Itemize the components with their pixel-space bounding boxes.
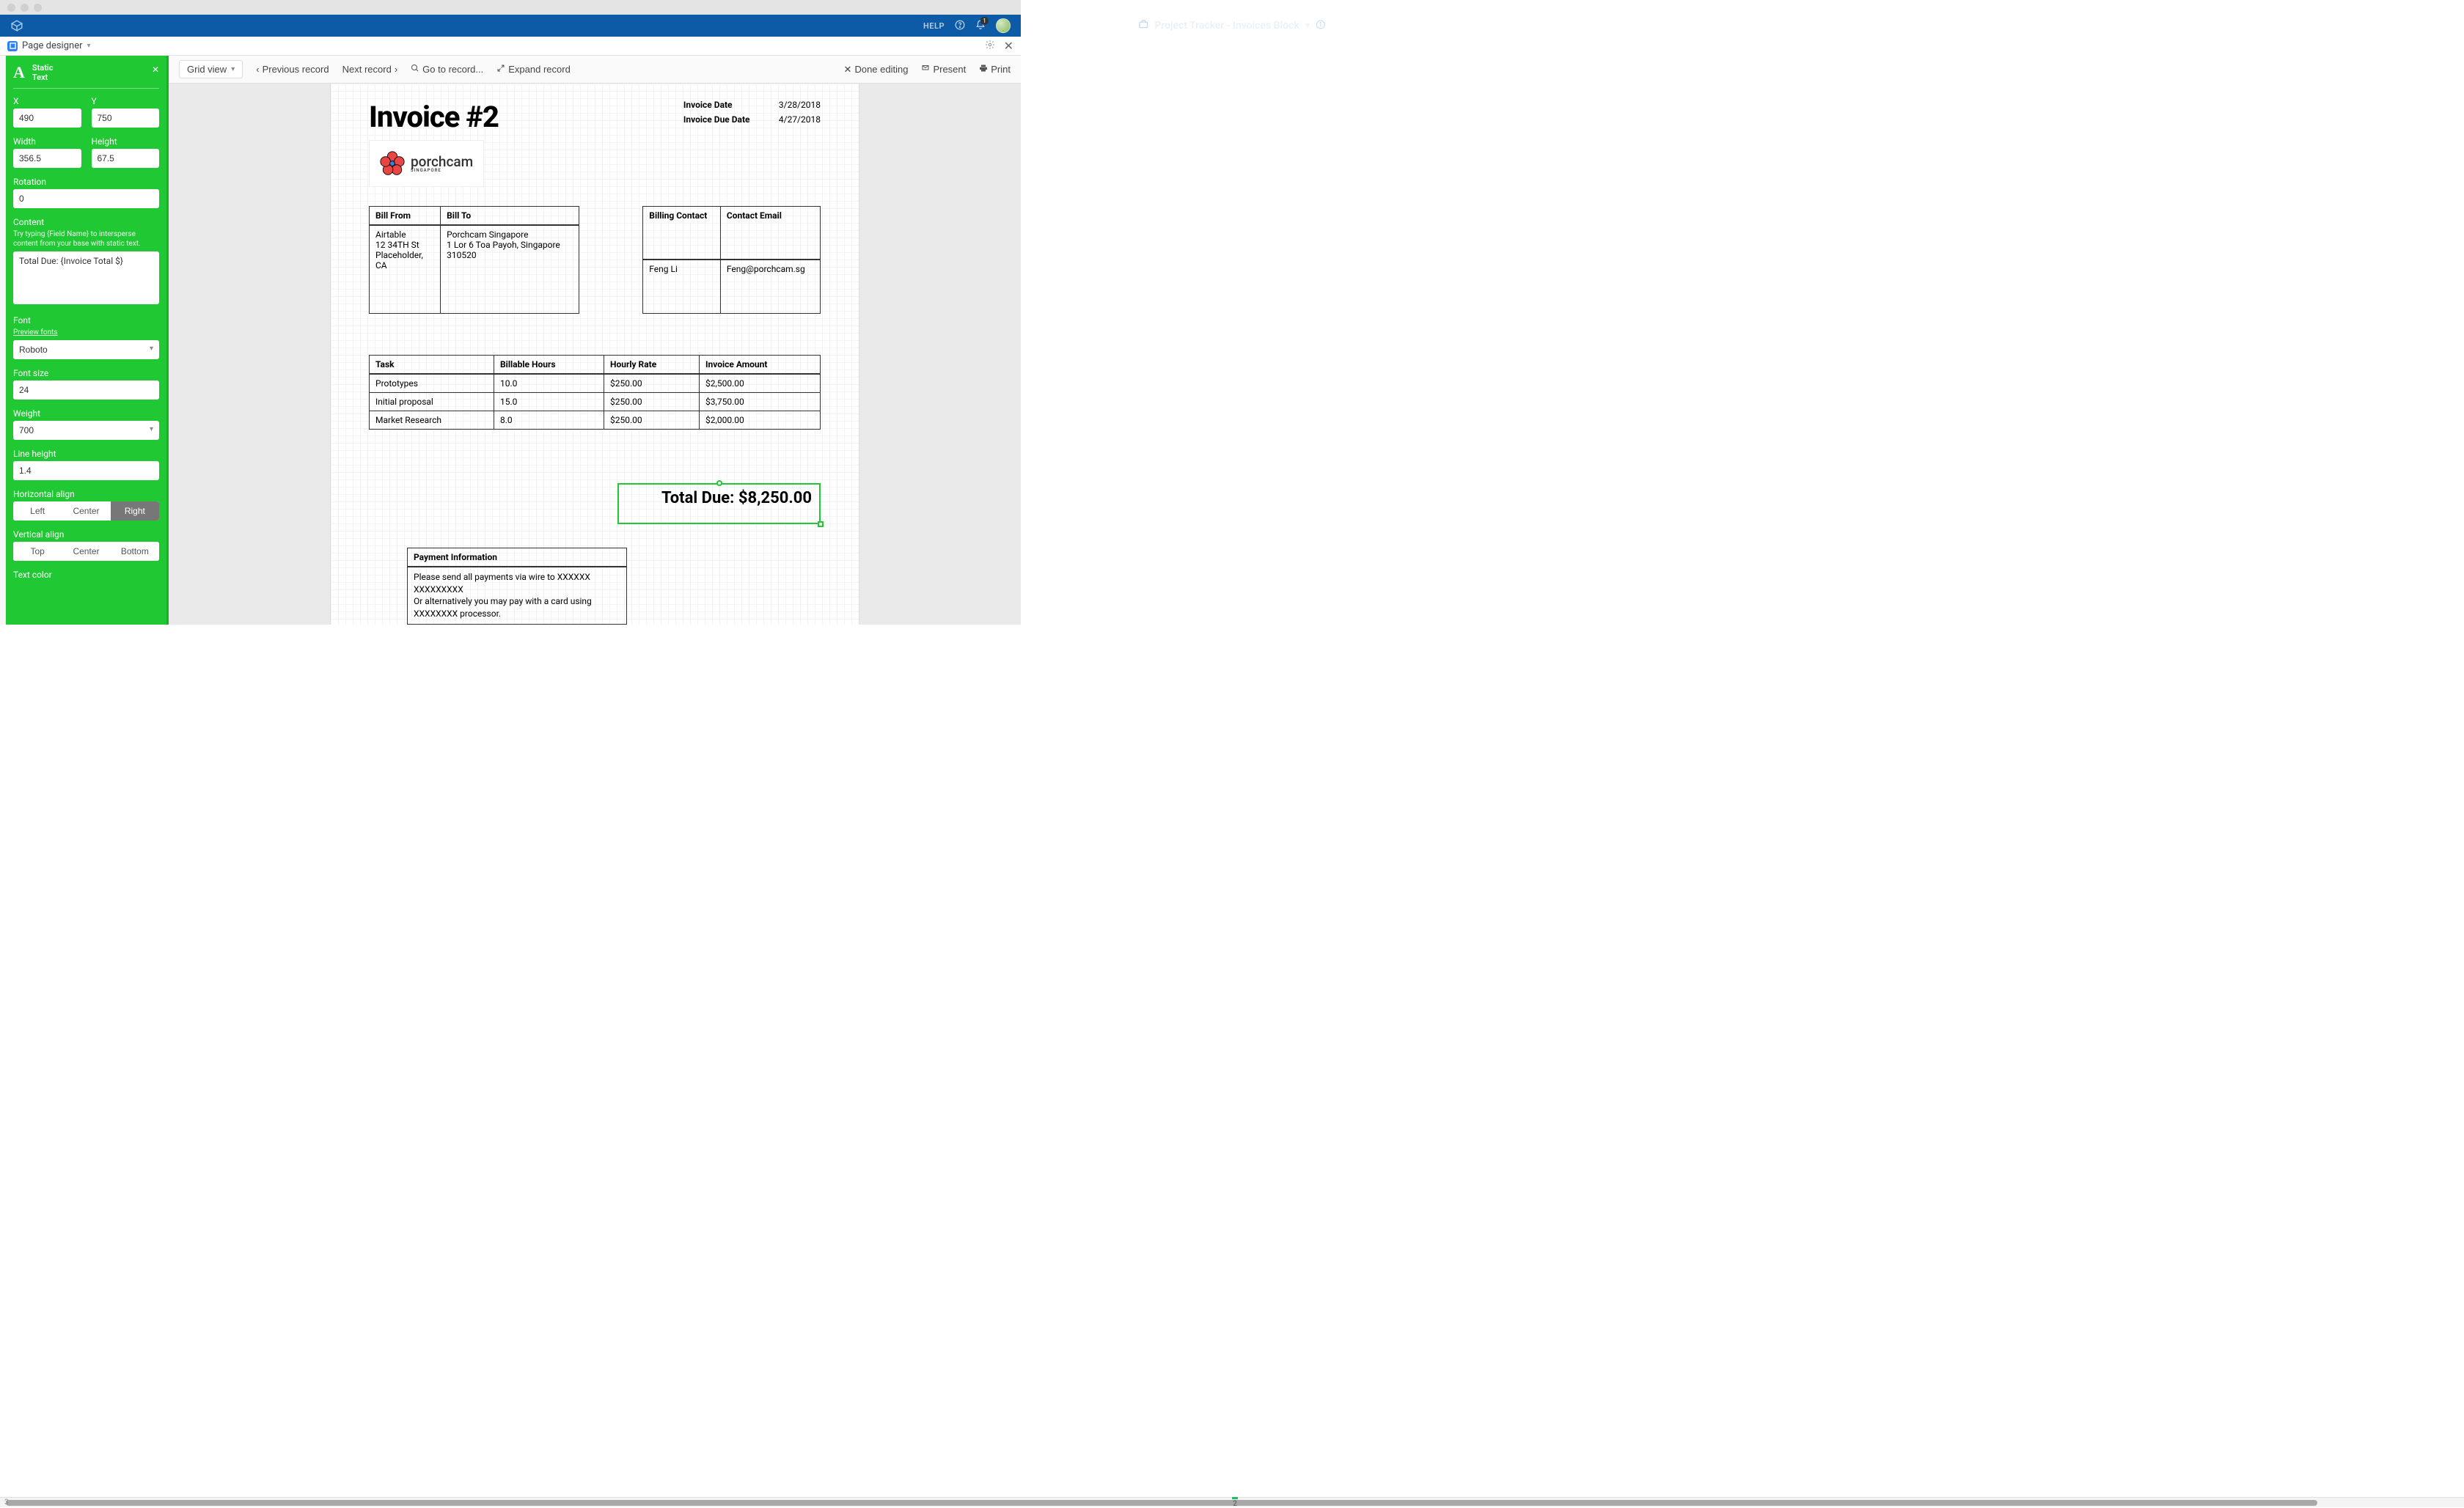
footer-bar: 3 2 bbox=[0, 1497, 2464, 1507]
resize-handle-n[interactable] bbox=[716, 480, 722, 486]
page-document[interactable]: Invoice #2 Invoice Date3/28/2018 Invoice… bbox=[331, 84, 859, 625]
help-link[interactable]: HELP bbox=[923, 21, 945, 31]
search-icon bbox=[411, 64, 419, 75]
block-name[interactable]: Page designer bbox=[22, 40, 83, 51]
footer-record-number: 3 bbox=[4, 1498, 9, 1507]
rotation-input[interactable] bbox=[13, 189, 159, 208]
content-hint: Try typing {Field Name} to intersperse c… bbox=[13, 229, 159, 249]
block-dropdown-icon[interactable]: ▾ bbox=[87, 42, 91, 50]
line-items-table: Task Billable Hours Hourly Rate Invoice … bbox=[369, 355, 821, 430]
valign-bottom[interactable]: Bottom bbox=[111, 542, 159, 561]
block-header: Page designer ▾ ✕ bbox=[0, 37, 1021, 56]
y-input[interactable] bbox=[92, 108, 160, 128]
done-editing-button[interactable]: ✕ Done editing bbox=[844, 64, 909, 76]
height-input[interactable] bbox=[92, 149, 160, 168]
window-titlebar bbox=[0, 0, 1021, 15]
canvas[interactable]: Invoice #2 Invoice Date3/28/2018 Invoice… bbox=[169, 84, 1021, 625]
toolbar: Grid view▾ ‹ Previous record Next record… bbox=[169, 56, 1021, 84]
x-label: X bbox=[13, 96, 81, 106]
valign-label: Vertical align bbox=[13, 529, 159, 540]
company-logo: porchcam SINGAPORE bbox=[369, 140, 484, 187]
halign-center[interactable]: Center bbox=[62, 501, 110, 521]
app-title: Project Tracker - Invoices Block bbox=[1154, 20, 1299, 32]
chevron-right-icon: › bbox=[395, 64, 397, 75]
left-rail bbox=[0, 56, 6, 625]
total-due-text: Total Due: $8,250.00 bbox=[661, 489, 812, 507]
resize-handle-se[interactable] bbox=[818, 521, 824, 527]
halign-label: Horizontal align bbox=[13, 489, 159, 499]
preview-fonts-link[interactable]: Preview fonts bbox=[13, 328, 159, 337]
footer-page-indicator: 2 bbox=[1232, 1497, 1238, 1508]
billing-contact-table: Billing ContactContact Email Feng LiFeng… bbox=[642, 206, 821, 314]
info-icon[interactable] bbox=[1316, 20, 1326, 32]
expand-record-button[interactable]: Expand record bbox=[496, 64, 571, 75]
block-app-icon bbox=[7, 41, 18, 51]
total-due-element-selected[interactable]: Total Due: $8,250.00 bbox=[617, 483, 821, 524]
notifications-button[interactable]: 1 bbox=[975, 20, 986, 32]
text-color-label: Text color bbox=[13, 570, 159, 580]
content-textarea[interactable]: Total Due: {Invoice Total $} bbox=[13, 251, 159, 304]
present-icon bbox=[921, 64, 930, 75]
block-settings-icon[interactable] bbox=[985, 39, 995, 53]
y-label: Y bbox=[92, 96, 160, 106]
app-header: Project Tracker - Invoices Block ▾ HELP … bbox=[0, 15, 1021, 37]
table-row: Market Research8.0$250.00$2,000.00 bbox=[370, 411, 821, 429]
halign-right[interactable]: Right bbox=[111, 501, 159, 521]
font-label: Font bbox=[13, 315, 159, 325]
element-type-label: Static Text bbox=[32, 63, 54, 82]
x-icon: ✕ bbox=[844, 64, 852, 76]
previous-record-button[interactable]: ‹ Previous record bbox=[256, 64, 329, 75]
print-icon bbox=[979, 64, 988, 75]
panel-close-icon[interactable]: ✕ bbox=[152, 65, 159, 75]
close-window-dot[interactable] bbox=[7, 4, 15, 12]
briefcase-icon bbox=[1138, 19, 1148, 32]
weight-label: Weight bbox=[13, 408, 159, 419]
width-input[interactable] bbox=[13, 149, 81, 168]
content-label: Content bbox=[13, 217, 159, 227]
bill-address-table: Bill FromBill To Airtable 12 34TH St Pla… bbox=[369, 206, 579, 314]
notification-count: 1 bbox=[980, 17, 989, 25]
present-button[interactable]: Present bbox=[921, 64, 966, 75]
rotation-label: Rotation bbox=[13, 177, 159, 187]
element-type-glyph: A bbox=[13, 63, 25, 82]
valign-top[interactable]: Top bbox=[13, 542, 62, 561]
font-size-input[interactable] bbox=[13, 380, 159, 400]
canvas-area: Grid view▾ ‹ Previous record Next record… bbox=[169, 56, 1021, 625]
table-row: Initial proposal15.0$250.00$3,750.00 bbox=[370, 392, 821, 411]
table-row: Prototypes10.0$250.00$2,500.00 bbox=[370, 374, 821, 393]
height-label: Height bbox=[92, 136, 160, 147]
chevron-left-icon: ‹ bbox=[256, 64, 259, 75]
halign-left[interactable]: Left bbox=[13, 501, 62, 521]
line-height-label: Line height bbox=[13, 449, 159, 459]
x-input[interactable] bbox=[13, 108, 81, 128]
view-picker[interactable]: Grid view▾ bbox=[179, 60, 243, 78]
zoom-window-dot[interactable] bbox=[34, 4, 42, 12]
properties-panel: A Static Text ✕ X Y Width Hei bbox=[6, 56, 169, 625]
payment-info-box: Payment Information Please send all paym… bbox=[407, 548, 627, 625]
valign-segmented: Top Center Bottom bbox=[13, 542, 159, 561]
airtable-logo-icon[interactable] bbox=[10, 19, 23, 32]
print-button[interactable]: Print bbox=[979, 64, 1011, 75]
valign-center[interactable]: Center bbox=[62, 542, 110, 561]
invoice-dates: Invoice Date3/28/2018 Invoice Due Date4/… bbox=[683, 100, 821, 129]
dropdown-caret-icon[interactable]: ▾ bbox=[1305, 20, 1310, 32]
font-size-label: Font size bbox=[13, 368, 159, 378]
horizontal-scrollbar[interactable] bbox=[6, 1500, 2317, 1506]
help-icon[interactable] bbox=[955, 20, 965, 32]
user-avatar[interactable] bbox=[996, 18, 1011, 33]
expand-icon bbox=[496, 64, 505, 75]
flower-icon bbox=[380, 151, 405, 176]
weight-select[interactable]: 700 bbox=[13, 421, 159, 440]
font-select[interactable]: Roboto bbox=[13, 340, 159, 359]
minimize-window-dot[interactable] bbox=[21, 4, 29, 12]
block-close-icon[interactable]: ✕ bbox=[1004, 39, 1013, 53]
go-to-record-button[interactable]: Go to record... bbox=[411, 64, 483, 75]
width-label: Width bbox=[13, 136, 81, 147]
next-record-button[interactable]: Next record › bbox=[342, 64, 398, 75]
halign-segmented: Left Center Right bbox=[13, 501, 159, 521]
line-height-input[interactable] bbox=[13, 461, 159, 480]
